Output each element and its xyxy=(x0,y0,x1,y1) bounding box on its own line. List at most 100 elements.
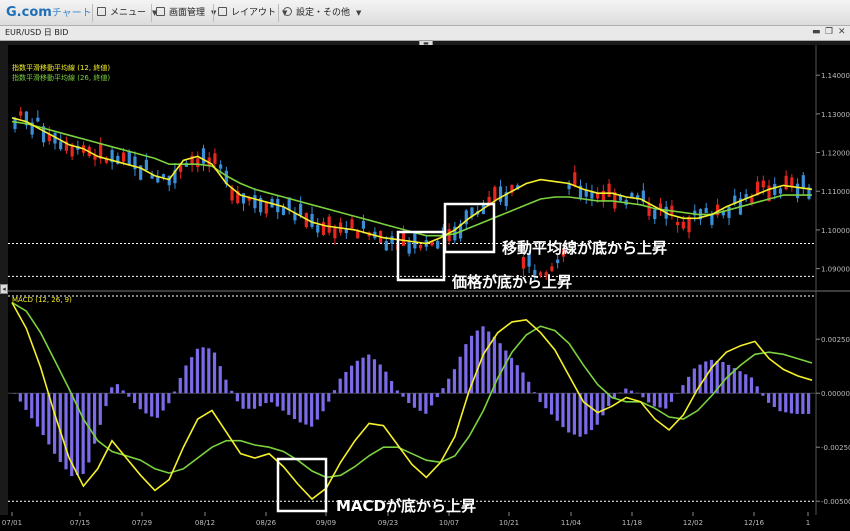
candle-body xyxy=(407,242,411,254)
histogram-bar xyxy=(355,360,359,394)
candle-body xyxy=(436,240,440,249)
histogram-bar xyxy=(212,352,217,394)
histogram-bar xyxy=(18,393,22,402)
candle-body xyxy=(498,186,503,202)
candle-body xyxy=(36,117,40,122)
candle-body xyxy=(653,209,657,220)
histogram-bar xyxy=(435,393,439,398)
histogram-bar xyxy=(429,393,434,406)
time-tick-label: 11/18 xyxy=(622,519,642,527)
histogram-bar xyxy=(30,393,34,419)
histogram-bar xyxy=(258,393,262,407)
histogram-bar xyxy=(155,393,160,418)
candle-body xyxy=(201,148,206,164)
legend-ema-12: 指数平滑移動平均線 (12, 終値) xyxy=(12,63,110,72)
histogram-bar xyxy=(749,377,754,394)
histogram-bar xyxy=(578,393,582,437)
histogram-bar xyxy=(709,359,714,394)
time-tick-label: 1 xyxy=(806,519,810,527)
candle-body xyxy=(121,152,126,162)
candle-body xyxy=(493,186,497,201)
histogram-bar xyxy=(395,390,399,394)
candle-body xyxy=(196,158,200,168)
histogram-bar xyxy=(344,371,348,394)
candle-body xyxy=(333,227,337,239)
candle-body xyxy=(521,257,525,269)
histogram-bar xyxy=(544,393,548,409)
histogram-bar xyxy=(784,393,788,413)
candle-body xyxy=(59,141,63,150)
macd-tick-label: 0.00000 xyxy=(821,390,850,398)
histogram-bar xyxy=(218,366,222,394)
candle-body xyxy=(607,183,611,197)
candle-body xyxy=(418,244,423,249)
candle-body xyxy=(801,175,805,189)
histogram-bar xyxy=(698,364,702,394)
histogram-bar xyxy=(361,357,365,394)
time-tick-label: 10/07 xyxy=(439,519,459,527)
histogram-bar xyxy=(35,393,40,427)
macd-tick-label: -0.00250 xyxy=(821,444,850,452)
histogram-bar xyxy=(367,354,371,394)
histogram-bar xyxy=(624,388,628,394)
candle-body xyxy=(327,216,331,233)
histogram-bar xyxy=(378,364,382,394)
histogram-bar xyxy=(721,361,725,394)
histogram-bar xyxy=(727,364,731,394)
candle-body xyxy=(687,216,691,233)
histogram-bar xyxy=(201,347,205,394)
histogram-bar xyxy=(207,348,211,394)
histogram-bar xyxy=(270,393,274,403)
histogram-bar xyxy=(81,393,85,474)
histogram-bar xyxy=(572,393,576,435)
histogram-bar xyxy=(327,393,331,402)
candle-body xyxy=(19,111,23,116)
histogram-bar xyxy=(224,379,228,394)
histogram-bar xyxy=(475,330,479,394)
histogram-bar xyxy=(567,393,571,433)
candle-body xyxy=(401,232,406,246)
histogram-bar xyxy=(315,393,319,420)
histogram-bar xyxy=(292,393,297,420)
histogram-bar xyxy=(692,368,696,394)
histogram-bar xyxy=(635,392,639,394)
candle-body xyxy=(784,175,788,190)
histogram-bar xyxy=(64,393,68,470)
histogram-bar xyxy=(304,393,308,425)
histogram-bar xyxy=(298,393,302,423)
histogram-bar xyxy=(178,377,182,394)
histogram-bar xyxy=(669,393,674,402)
time-tick-label: 09/23 xyxy=(378,519,398,527)
time-tick-label: 07/01 xyxy=(2,519,22,527)
time-tick-label: 07/15 xyxy=(70,519,90,527)
time-tick-label: 10/21 xyxy=(499,519,519,527)
histogram-bar xyxy=(401,393,405,397)
histogram-bar xyxy=(184,365,188,394)
histogram-bar xyxy=(629,390,634,394)
time-tick-label: 08/26 xyxy=(256,519,277,527)
histogram-bar xyxy=(458,356,462,394)
candle-body xyxy=(727,206,731,218)
candle-body xyxy=(253,195,257,209)
histogram-bar xyxy=(230,390,234,394)
histogram-bar xyxy=(767,393,771,403)
histogram-bar xyxy=(332,390,337,394)
histogram-bar xyxy=(509,357,514,394)
candle-body xyxy=(384,241,388,251)
histogram-bar xyxy=(589,393,594,431)
macd-tick-label: 0.00250 xyxy=(821,336,850,344)
histogram-bar xyxy=(167,393,171,404)
histogram-bar xyxy=(281,393,285,411)
histogram-bar xyxy=(372,359,377,394)
histogram-bar xyxy=(641,393,645,398)
histogram-bar xyxy=(555,393,559,421)
histogram-bar xyxy=(601,393,605,416)
histogram-bar xyxy=(452,369,457,394)
histogram-bar xyxy=(464,344,468,394)
histogram-bar xyxy=(110,387,114,394)
left-panel-handle[interactable]: ◂ xyxy=(0,284,8,294)
histogram-bar xyxy=(681,385,685,394)
histogram-bar xyxy=(772,393,776,408)
candle-body xyxy=(670,205,674,215)
histogram-bar xyxy=(487,331,491,394)
